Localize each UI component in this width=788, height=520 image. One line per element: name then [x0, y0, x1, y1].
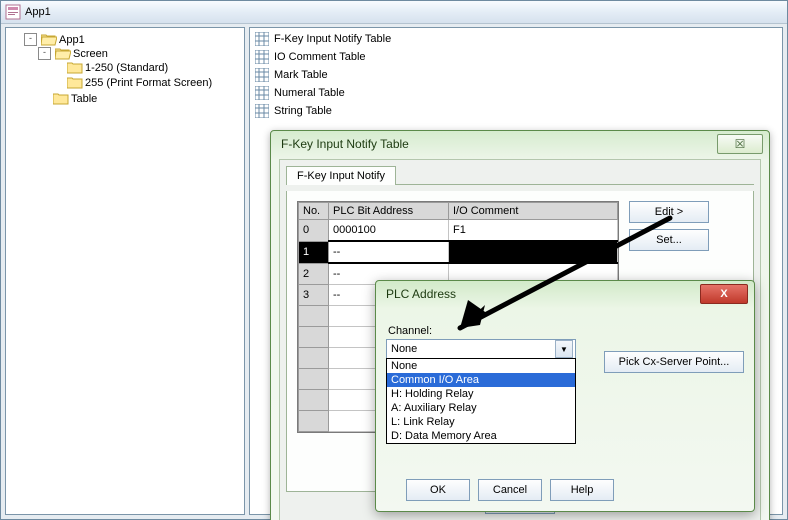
app-icon	[5, 4, 21, 20]
list-item-label: Mark Table	[274, 69, 328, 81]
close-icon: ☒	[735, 137, 746, 151]
set-button[interactable]: Set...	[629, 229, 709, 251]
table-icon	[254, 31, 270, 47]
col-header-io[interactable]: I/O Comment	[449, 203, 618, 220]
list-item-label: F-Key Input Notify Table	[274, 33, 391, 45]
app-titlebar[interactable]: App1	[1, 1, 787, 24]
close-button[interactable]: X	[700, 284, 748, 304]
cell-addr[interactable]: --	[329, 241, 449, 263]
app-title: App1	[25, 6, 51, 18]
expander-icon[interactable]: -	[38, 47, 51, 60]
row-header[interactable]: 2	[299, 263, 329, 285]
dialog-title: F-Key Input Notify Table	[281, 137, 409, 151]
edit-button[interactable]: Edit >	[629, 201, 709, 223]
col-header-addr[interactable]: PLC Bit Address	[329, 203, 449, 220]
expander-icon[interactable]: -	[24, 33, 37, 46]
dropdown-option-common-io[interactable]: Common I/O Area	[387, 373, 575, 387]
table-icon	[254, 67, 270, 83]
col-header-no[interactable]: No.	[299, 203, 329, 220]
table-row[interactable]: 0 0000100 F1	[299, 220, 618, 242]
table-icon	[254, 49, 270, 65]
row-header[interactable]: 0	[299, 220, 329, 242]
close-icon: X	[720, 288, 727, 300]
expander-none	[38, 93, 49, 104]
table-icon	[254, 103, 270, 119]
tabstrip-spacer	[396, 166, 754, 185]
dropdown-option-none[interactable]: None	[387, 359, 575, 373]
cell-io[interactable]: F1	[449, 220, 618, 242]
tree-node-1-250[interactable]: 1-250 (Standard)	[52, 61, 242, 74]
list-item[interactable]: Mark Table	[252, 66, 780, 84]
expander-none	[52, 62, 63, 73]
list-item[interactable]: IO Comment Table	[252, 48, 780, 66]
list-item-label: Numeral Table	[274, 87, 345, 99]
dropdown-option-link[interactable]: L: Link Relay	[387, 415, 575, 429]
table-row-selected[interactable]: 1 --	[299, 241, 618, 263]
folder-open-icon	[41, 33, 57, 46]
dropdown-option-data-memory[interactable]: D: Data Memory Area	[387, 429, 575, 443]
list-item-label: IO Comment Table	[274, 51, 366, 63]
expander-none	[52, 77, 63, 88]
tree-node-app-root[interactable]: - App1	[24, 33, 242, 46]
help-button[interactable]: Help	[550, 479, 614, 501]
tab-fkey-notify[interactable]: F-Key Input Notify	[286, 166, 396, 185]
tree-node-screen[interactable]: - Screen	[38, 47, 242, 60]
cell-io[interactable]	[449, 241, 618, 263]
plc-address-dialog[interactable]: PLC Address X Channel: None ▼ None Commo…	[375, 280, 755, 512]
tree-label: 1-250 (Standard)	[85, 62, 168, 74]
list-item[interactable]: Numeral Table	[252, 84, 780, 102]
folder-icon	[53, 92, 69, 105]
dialog-title: PLC Address	[386, 287, 456, 301]
channel-label: Channel:	[388, 325, 744, 337]
tabstrip: F-Key Input Notify	[286, 166, 754, 185]
dropdown-list[interactable]: None Common I/O Area H: Holding Relay A:…	[386, 358, 576, 444]
row-header[interactable]: 1	[299, 241, 329, 263]
cancel-button[interactable]: Cancel	[478, 479, 542, 501]
dialog-titlebar[interactable]: PLC Address X	[376, 281, 754, 307]
tree-node-255[interactable]: 255 (Print Format Screen)	[52, 76, 242, 89]
dropdown-display[interactable]: None ▼	[386, 339, 576, 359]
dropdown-selected: None	[391, 343, 417, 355]
tree-label: 255 (Print Format Screen)	[85, 77, 212, 89]
list-item-label: String Table	[274, 105, 332, 117]
project-tree[interactable]: - App1 - Scr	[5, 27, 245, 515]
list-item[interactable]: F-Key Input Notify Table	[252, 30, 780, 48]
dropdown-option-auxiliary[interactable]: A: Auxiliary Relay	[387, 401, 575, 415]
folder-open-icon	[55, 47, 71, 60]
list-item[interactable]: String Table	[252, 102, 780, 120]
folder-icon	[67, 61, 83, 74]
tree-node-table[interactable]: Table	[38, 92, 242, 105]
tree-label: App1	[59, 34, 85, 46]
tab-label: F-Key Input Notify	[297, 170, 385, 182]
cell-addr[interactable]: 0000100	[329, 220, 449, 242]
dialog-titlebar[interactable]: F-Key Input Notify Table ☒	[271, 131, 769, 157]
pick-cx-server-button[interactable]: Pick Cx-Server Point...	[604, 351, 744, 373]
folder-icon	[67, 76, 83, 89]
dropdown-option-holding[interactable]: H: Holding Relay	[387, 387, 575, 401]
tree-label: Table	[71, 93, 97, 105]
close-button[interactable]: ☒	[717, 134, 763, 154]
table-icon	[254, 85, 270, 101]
channel-dropdown[interactable]: None ▼ None Common I/O Area H: Holding R…	[386, 339, 576, 359]
chevron-down-icon[interactable]: ▼	[555, 340, 573, 358]
tree-label: Screen	[73, 48, 108, 60]
ok-button[interactable]: OK	[406, 479, 470, 501]
dialog-body: Channel: None ▼ None Common I/O Area H: …	[386, 311, 744, 501]
row-header[interactable]: 3	[299, 285, 329, 306]
